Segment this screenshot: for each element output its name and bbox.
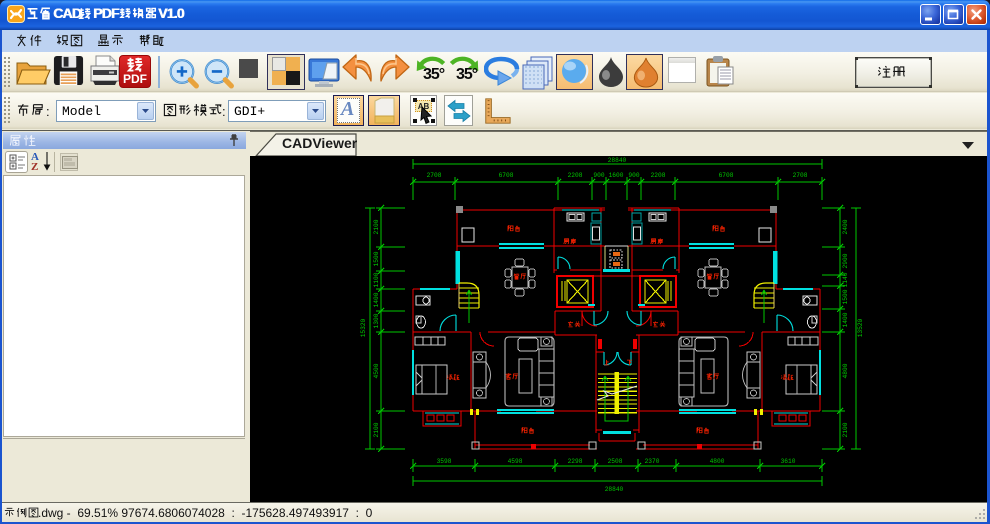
svg-text:2900: 2900 [842,253,849,268]
svg-text:4800: 4800 [842,363,849,378]
svg-text:13520: 13520 [857,318,864,337]
svg-text:6708: 6708 [719,172,734,179]
svg-text:2208: 2208 [651,172,666,179]
svg-text:2370: 2370 [645,458,660,465]
svg-text:1400: 1400 [842,312,849,327]
svg-text:28840: 28840 [605,486,624,493]
svg-text:2100: 2100 [373,219,380,234]
svg-text:1300: 1300 [373,313,380,328]
svg-text:3610: 3610 [781,458,796,465]
svg-text:2100: 2100 [373,422,380,437]
svg-text:2508: 2508 [608,458,623,465]
svg-text:2708: 2708 [793,172,808,179]
svg-text:4800: 4800 [710,458,725,465]
svg-text:2100: 2100 [842,422,849,437]
svg-text:1500: 1500 [842,289,849,304]
svg-text:2298: 2298 [568,458,583,465]
svg-text:4598: 4598 [508,458,523,465]
svg-text:1400: 1400 [373,292,380,307]
svg-text:1500: 1500 [373,251,380,266]
svg-text:6708: 6708 [499,172,514,179]
svg-text:900: 900 [593,172,604,179]
svg-text:1100: 1100 [373,272,380,287]
svg-text:28840: 28840 [608,157,627,164]
svg-text:2708: 2708 [427,172,442,179]
svg-text:2400: 2400 [842,219,849,234]
svg-text:15320: 15320 [360,318,367,337]
svg-text:900: 900 [628,172,639,179]
svg-text:1600: 1600 [609,172,624,179]
svg-text:3598: 3598 [437,458,452,465]
svg-text:2208: 2208 [568,172,583,179]
svg-text:4500: 4500 [373,363,380,378]
svg-text:1140: 1140 [842,272,849,287]
